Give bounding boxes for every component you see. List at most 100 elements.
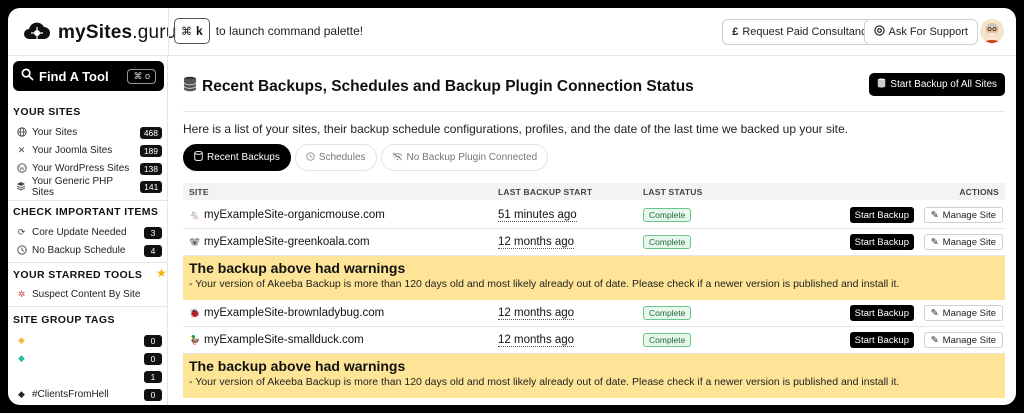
start-all-backups-button[interactable]: Start Backup of All Sites (869, 73, 1005, 96)
start-backup-button[interactable]: Start Backup (849, 234, 914, 250)
database-icon (194, 151, 203, 164)
sidebar: Find A Tool ⌘ o YOUR SITES Your Sites 46… (8, 56, 168, 405)
sidebar-item-label: Your Joomla Sites (32, 145, 113, 156)
brand-name-bold: mySites (58, 21, 133, 43)
app-window: mySites.guru ⌘ k to launch command palet… (8, 8, 1016, 405)
site-name[interactable]: myExampleSite-brownladybug.com (204, 307, 384, 319)
tag-item[interactable]: ◆ 0 (16, 350, 162, 367)
edit-icon: ✎ (930, 209, 939, 221)
column-header-site: SITE (189, 187, 209, 197)
sidebar-item-wordpress-sites[interactable]: W Your WordPress Sites 138 (16, 160, 162, 177)
status-badge: Complete (643, 306, 692, 320)
search-icon (21, 68, 34, 84)
site-name[interactable]: myExampleSite-greenkoala.com (204, 236, 370, 248)
tag-item[interactable]: ◆ 0 (16, 332, 162, 349)
top-bar: mySites.guru ⌘ k to launch command palet… (8, 8, 1016, 56)
find-tool-shortcut: ⌘ o (127, 68, 156, 84)
sidebar-item-no-backup-schedule[interactable]: No Backup Schedule 4 (16, 242, 162, 259)
manage-site-button[interactable]: ✎ Manage Site (923, 305, 1003, 321)
tag-icon: ◆ (18, 353, 25, 363)
tab-label: Recent Backups (207, 152, 280, 163)
command-key-letter: k (196, 24, 203, 38)
check-items-heading: CHECK IMPORTANT ITEMS (13, 206, 159, 218)
last-backup-time: 51 minutes ago (498, 209, 577, 222)
user-avatar[interactable] (980, 19, 1004, 43)
sidebar-item-your-sites[interactable]: Your Sites 468 (16, 124, 162, 141)
request-consultancy-label: Request Paid Consultancy (742, 26, 872, 38)
manage-site-button[interactable]: ✎ Manage Site (923, 234, 1003, 250)
page-title-text: Recent Backups, Schedules and Backup Plu… (202, 77, 694, 95)
tab-schedules[interactable]: Schedules (294, 144, 377, 171)
site-name[interactable]: myExampleSite-organicmouse.com (204, 209, 385, 221)
column-header-actions: ACTIONS (959, 187, 999, 197)
tag-item[interactable]: ◆ #ClientsFromHell 0 (16, 386, 162, 403)
ask-support-button[interactable]: Ask For Support (863, 19, 978, 45)
edit-icon: ✎ (930, 307, 939, 319)
warning-message: - Your version of Akeeba Backup is more … (189, 376, 900, 388)
sidebar-item-core-update[interactable]: ⟳ Core Update Needed 3 (16, 224, 162, 241)
count-badge: 189 (139, 144, 162, 157)
status-badge: Complete (643, 235, 692, 249)
command-key-icon: ⌘ (181, 25, 192, 38)
command-palette-text: to launch command palette! (215, 24, 364, 38)
status-badge: Complete (643, 208, 692, 222)
tab-no-backup-plugin[interactable]: No Backup Plugin Connected (380, 144, 549, 171)
brand-name-light: .guru (132, 21, 177, 43)
tab-bar: Recent Backups Schedules No Backup Plugi… (183, 144, 549, 171)
database-icon (877, 78, 886, 91)
manage-site-label: Manage Site (942, 236, 996, 248)
svg-text:W: W (19, 166, 25, 172)
page-title: Recent Backups, Schedules and Backup Plu… (183, 76, 694, 97)
sidebar-item-label: Core Update Needed (32, 227, 127, 238)
count-badge: 138 (139, 162, 162, 175)
starred-tool-suspect-content[interactable]: ✲ Suspect Content By Site (16, 286, 162, 303)
last-backup-time: 12 months ago (498, 334, 575, 347)
main-content: Recent Backups, Schedules and Backup Plu… (169, 56, 1016, 405)
start-backup-button[interactable]: Start Backup (849, 305, 914, 321)
start-backup-button[interactable]: Start Backup (849, 207, 914, 223)
count-badge: 1 (144, 370, 162, 383)
manage-site-button[interactable]: ✎ Manage Site (923, 332, 1003, 348)
command-palette-hint[interactable]: ⌘ k to launch command palette! (174, 18, 363, 44)
pound-icon: £ (732, 26, 739, 38)
clock-icon (306, 151, 315, 164)
starred-tool-label: Suspect Content By Site (32, 289, 141, 300)
start-all-label: Start Backup of All Sites (890, 79, 997, 90)
find-tool-button[interactable]: Find A Tool ⌘ o (13, 61, 164, 91)
manage-site-button[interactable]: ✎ Manage Site (923, 207, 1003, 223)
column-header-last-status: LAST STATUS (643, 187, 703, 197)
joomla-icon: ✕ (17, 145, 26, 155)
refresh-icon: ⟳ (17, 227, 26, 237)
site-group-tags-heading: SITE GROUP TAGS (13, 314, 115, 326)
backup-warning: The backup above had warnings - Your ver… (183, 354, 1005, 398)
tag-label: #ClientsFromHell (32, 389, 109, 400)
sidebar-item-label: Your Generic PHP Sites (31, 175, 113, 198)
star-icon[interactable]: ★ (156, 266, 167, 280)
tab-recent-backups[interactable]: Recent Backups (183, 144, 291, 171)
sidebar-item-joomla-sites[interactable]: ✕ Your Joomla Sites 189 (16, 142, 162, 159)
tag-item[interactable]: 1 (16, 368, 162, 385)
globe-icon (16, 126, 27, 139)
table-row: 🐁 myExampleSite-organicmouse.com 51 minut… (183, 202, 1005, 229)
count-badge: 141 (140, 180, 162, 193)
edit-icon: ✎ (930, 236, 939, 248)
tag-icon: ◆ (18, 335, 25, 345)
logo[interactable]: mySites.guru (22, 21, 177, 44)
backup-warning: The backup above had warnings - Your ver… (183, 256, 1005, 300)
tag-icon: ◆ (18, 389, 25, 399)
find-tool-label: Find A Tool (39, 68, 109, 84)
tab-label: No Backup Plugin Connected (406, 152, 538, 163)
site-favicon-icon: 🦆 (189, 334, 201, 345)
manage-site-label: Manage Site (942, 307, 996, 319)
command-palette-shortcut[interactable]: ⌘ k (174, 18, 210, 44)
wordpress-icon: W (16, 162, 27, 175)
ask-support-label: Ask For Support (888, 26, 968, 38)
php-icon (16, 181, 27, 193)
sidebar-item-php-sites[interactable]: Your Generic PHP Sites 141 (16, 175, 162, 198)
clock-icon (16, 244, 27, 257)
starred-tools-heading: YOUR STARRED TOOLS (13, 269, 143, 281)
site-name[interactable]: myExampleSite-smallduck.com (204, 334, 364, 346)
request-consultancy-button[interactable]: £ Request Paid Consultancy (722, 19, 882, 45)
count-badge: 3 (144, 226, 162, 239)
start-backup-button[interactable]: Start Backup (849, 332, 914, 348)
